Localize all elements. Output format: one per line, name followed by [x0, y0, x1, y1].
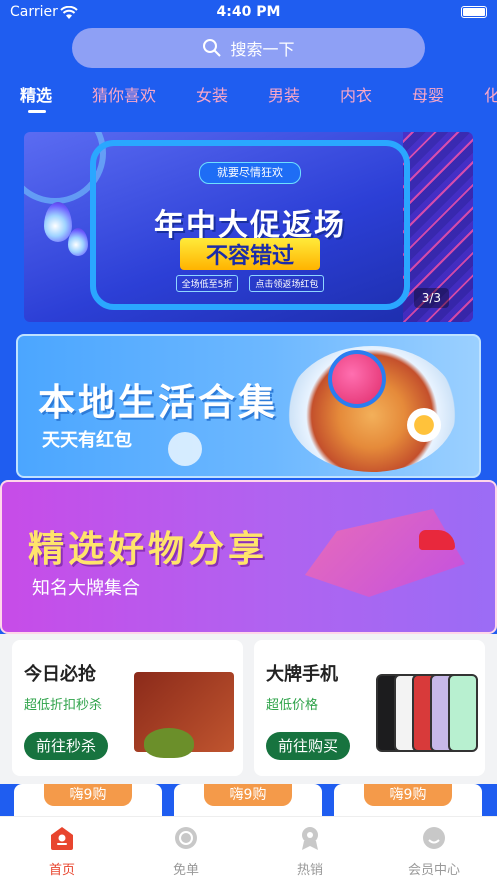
product-strip: 嗨9购 嗨9购 嗨9购: [0, 784, 497, 816]
go-flash-sale-button[interactable]: 前往秒杀: [24, 732, 109, 760]
local-card-subtitle: 天天有红包: [42, 430, 132, 451]
local-card-title: 本地生活合集: [38, 381, 278, 424]
active-tab-indicator: [28, 110, 46, 113]
hi9-badge: 嗨9购: [364, 784, 452, 806]
status-time: 4:40 PM: [216, 4, 281, 20]
banner-drop-art: [44, 202, 72, 242]
tabbar-label: 热销: [296, 863, 323, 878]
deal-subtitle: 超低价格: [266, 698, 319, 713]
banner-chips: 全场低至5折 点击领返场红包: [96, 272, 404, 292]
deal-subtitle: 超低折扣秒杀: [24, 698, 103, 713]
planet-decoration: [328, 350, 386, 408]
deal-title: 今日必抢: [24, 664, 96, 685]
bottom-tab-bar: 首页 免单 热销 会员中心: [0, 816, 497, 884]
zongzi-gift-box-image: [134, 672, 234, 758]
tabbar-label: 首页: [48, 863, 75, 878]
banner-pill: 就要尽情狂欢: [199, 162, 301, 184]
search-bar[interactable]: 搜索一下: [72, 28, 425, 68]
good-items-share-card[interactable]: 精选好物分享 知名大牌集合: [0, 480, 497, 634]
banner-frame: 就要尽情狂欢 年中大促返场 不容错过 全场低至5折 点击领返场红包: [90, 140, 410, 310]
search-placeholder: 搜索一下: [230, 40, 295, 59]
tab-guess-you-like[interactable]: 猜你喜欢: [92, 82, 156, 106]
high-heels-icon: [419, 530, 455, 550]
category-tabs: 精选 猜你喜欢 女装 男装 内衣 母婴 化: [0, 78, 497, 118]
tabbar-label: 免单: [172, 863, 199, 878]
tabbar-label: 会员中心: [407, 863, 460, 878]
deal-card-phones[interactable]: 大牌手机 超低价格 前往购买: [254, 640, 485, 776]
product-card[interactable]: 嗨9购: [334, 784, 482, 816]
tab-underwear[interactable]: 内衣: [340, 82, 372, 106]
promo-banner[interactable]: 就要尽情狂欢 年中大促返场 不容错过 全场低至5折 点击领返场红包 3/3: [24, 132, 473, 322]
deals-section: 今日必抢 超低折扣秒杀 前往秒杀 大牌手机 超低价格 前往购买: [0, 634, 497, 784]
free-order-icon: [173, 825, 199, 851]
tab-mens-wear[interactable]: 男装: [268, 82, 300, 106]
tab-womens-wear[interactable]: 女装: [196, 82, 228, 106]
banner-subtitle: 不容错过: [180, 238, 320, 270]
product-card[interactable]: 嗨9购: [14, 784, 162, 816]
home-icon: [49, 825, 75, 851]
deal-card-flash-sale[interactable]: 今日必抢 超低折扣秒杀 前往秒杀: [12, 640, 243, 776]
tab-cosmetics[interactable]: 化: [484, 82, 497, 106]
tab-mother-baby[interactable]: 母婴: [412, 82, 444, 106]
hot-sale-icon: [297, 825, 323, 851]
banner-page-indicator: 3/3: [413, 288, 449, 308]
cup-decoration: [168, 432, 202, 466]
search-icon: [202, 38, 222, 58]
share-card-subtitle: 知名大牌集合: [32, 578, 140, 599]
shopping-mall-illustration: [305, 509, 465, 597]
battery-icon: [461, 6, 487, 18]
hi9-badge: 嗨9购: [44, 784, 132, 806]
tabbar-free-order[interactable]: 免单: [124, 825, 248, 878]
tabbar-hot-sale[interactable]: 热销: [248, 825, 372, 878]
banner-chip: 点击领返场红包: [249, 275, 325, 292]
local-life-card[interactable]: 本地生活合集 天天有红包: [16, 334, 481, 478]
go-buy-button[interactable]: 前往购买: [266, 732, 351, 760]
phone-image: [448, 674, 478, 752]
tabbar-member-center[interactable]: 会员中心: [372, 825, 496, 878]
banner-drop-art: [68, 228, 88, 256]
share-card-title: 精选好物分享: [28, 529, 269, 570]
banner-chip: 全场低至5折: [175, 275, 239, 292]
tabbar-home[interactable]: 首页: [0, 825, 124, 878]
hi9-badge: 嗨9购: [204, 784, 292, 806]
product-card[interactable]: 嗨9购: [174, 784, 322, 816]
deal-title: 大牌手机: [266, 664, 338, 685]
status-bar: Carrier 4:40 PM: [0, 0, 497, 26]
tab-featured[interactable]: 精选: [20, 82, 52, 106]
egg-image: [407, 408, 441, 442]
member-center-icon: [421, 825, 447, 851]
